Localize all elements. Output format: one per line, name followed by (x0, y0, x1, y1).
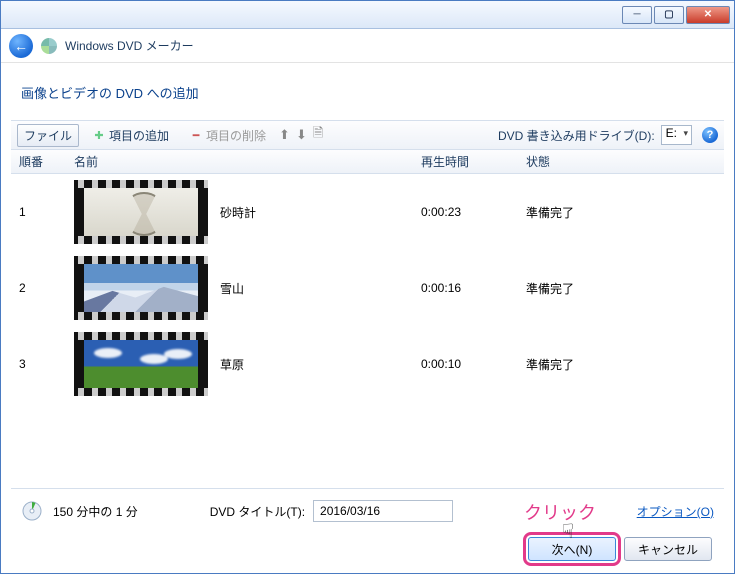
filmstrip-thumb (74, 180, 208, 244)
file-menu-button[interactable]: ファイル (17, 124, 79, 147)
drive-select[interactable]: E: (661, 125, 692, 145)
remove-items-label: 項目の削除 (206, 127, 266, 144)
footer: 150 分中の 1 分 DVD タイトル(T): オプション(O) (11, 488, 724, 533)
cell-name: 砂時計 (66, 180, 421, 244)
table-header: 順番 名前 再生時間 状態 (11, 150, 724, 174)
back-button[interactable]: ← (9, 34, 33, 58)
col-order[interactable]: 順番 (11, 153, 66, 170)
close-button[interactable]: ✕ (686, 6, 730, 24)
filmstrip-thumb (74, 256, 208, 320)
content: 画像とビデオの DVD への追加 ファイル ✚ 項目の追加 ━ 項目の削除 ⬆ … (1, 63, 734, 573)
col-status[interactable]: 状態 (526, 153, 724, 170)
cell-name: 雪山 (66, 256, 421, 320)
cell-duration: 0:00:23 (421, 205, 526, 219)
app-icon (41, 38, 57, 54)
filmstrip-thumb (74, 332, 208, 396)
app-title: Windows DVD メーカー (65, 37, 194, 54)
minus-icon: ━ (189, 128, 203, 142)
table-row[interactable]: 3 草原 0:00:10 準備完了 (11, 326, 724, 402)
titlebar: ─ ▢ ✕ (1, 1, 734, 29)
document-icon[interactable]: 🗎 (313, 124, 323, 146)
add-items-button[interactable]: ✚ 項目の追加 (85, 124, 176, 147)
cell-status: 準備完了 (526, 356, 724, 373)
next-button[interactable]: 次へ(N) (528, 537, 616, 561)
maximize-button[interactable]: ▢ (654, 6, 684, 24)
add-items-label: 項目の追加 (109, 127, 169, 144)
thumbnail-image (84, 340, 198, 388)
cancel-button[interactable]: キャンセル (624, 537, 712, 561)
cell-name: 草原 (66, 332, 421, 396)
table-row[interactable]: 1 砂時計 0:00:23 準備完了 (11, 174, 724, 250)
toolbar: ファイル ✚ 項目の追加 ━ 項目の削除 ⬆ ⬇ 🗎 DVD 書き込み用ドライブ… (11, 120, 724, 150)
cell-duration: 0:00:10 (421, 357, 526, 371)
button-bar: クリック ☟ 次へ(N) キャンセル (11, 533, 724, 573)
page-heading: 画像とビデオの DVD への追加 (11, 71, 724, 120)
cell-duration: 0:00:16 (421, 281, 526, 295)
table-body: 1 砂時計 0:00:23 準備完了 2 雪山 0:00:16 準備完了 3 草… (11, 174, 724, 488)
app-window: ─ ▢ ✕ ← Windows DVD メーカー 画像とビデオの DVD への追… (0, 0, 735, 574)
col-name[interactable]: 名前 (66, 153, 421, 170)
dvd-title-input[interactable] (313, 500, 453, 522)
cell-order: 2 (11, 281, 66, 295)
item-name: 砂時計 (220, 204, 256, 221)
plus-icon: ✚ (92, 128, 106, 142)
thumbnail-image (84, 264, 198, 312)
item-name: 草原 (220, 356, 244, 373)
cell-status: 準備完了 (526, 280, 724, 297)
col-duration[interactable]: 再生時間 (421, 153, 526, 170)
item-name: 雪山 (220, 280, 244, 297)
cell-order: 1 (11, 205, 66, 219)
cell-order: 3 (11, 357, 66, 371)
move-up-icon[interactable]: ⬆ (279, 127, 290, 143)
minimize-button[interactable]: ─ (622, 6, 652, 24)
arrow-left-icon: ← (14, 38, 28, 54)
cell-status: 準備完了 (526, 204, 724, 221)
options-link[interactable]: オプション(O) (637, 503, 714, 520)
table-row[interactable]: 2 雪山 0:00:16 準備完了 (11, 250, 724, 326)
help-icon[interactable]: ? (702, 127, 718, 143)
dvd-title-label: DVD タイトル(T): (210, 503, 305, 520)
move-down-icon[interactable]: ⬇ (296, 127, 307, 143)
header: ← Windows DVD メーカー (1, 29, 734, 63)
progress-text: 150 分中の 1 分 (53, 503, 138, 520)
remove-items-button: ━ 項目の削除 (182, 124, 273, 147)
drive-label: DVD 書き込み用ドライブ(D): (498, 127, 655, 144)
disc-gauge-icon (21, 500, 43, 522)
thumbnail-image (84, 188, 198, 236)
